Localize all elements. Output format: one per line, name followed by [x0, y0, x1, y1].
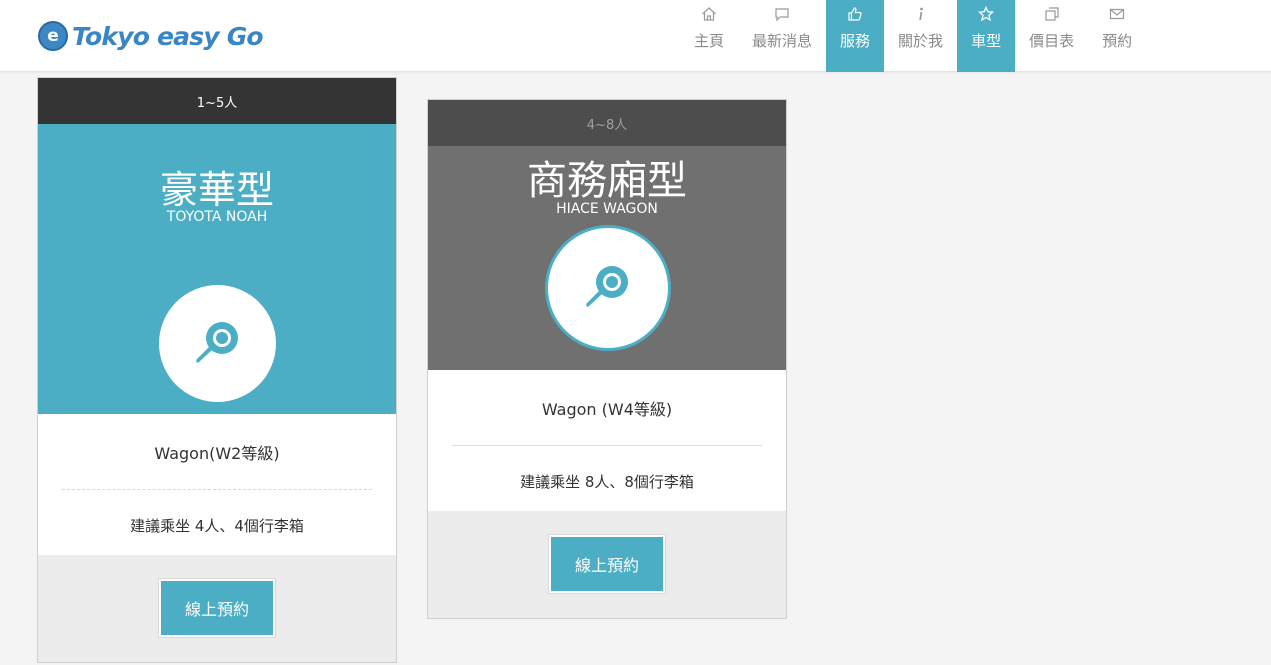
vehicle-class: Wagon(W2等級): [154, 444, 280, 463]
comment-icon: [774, 5, 790, 23]
site-header: e Tokyo easy Go 主頁 最新消息 服務 關於我 車型 價目表 預約: [0, 0, 1271, 72]
copy-icon: [1044, 5, 1060, 23]
nav-item-pricing[interactable]: 價目表: [1015, 0, 1088, 72]
nav-label: 最新消息: [752, 32, 813, 50]
card-footer: 線上預約: [38, 555, 396, 662]
book-online-button[interactable]: 線上預約: [159, 579, 275, 637]
site-logo[interactable]: e Tokyo easy Go: [38, 17, 264, 55]
nav-item-news[interactable]: 最新消息: [738, 0, 826, 72]
nav-label: 關於我: [898, 32, 944, 50]
home-icon: [701, 5, 717, 23]
nav-label: 服務: [840, 32, 871, 50]
nav-label: 預約: [1102, 32, 1133, 50]
nav-label: 主頁: [694, 32, 725, 50]
vehicle-card-business: 4~8人 商務廂型 HIACE WAGON Wagon (W4等級) 建議乘坐 …: [427, 99, 787, 619]
logo-text: Tokyo easy Go: [72, 21, 264, 51]
vehicle-type-title: 豪華型: [159, 168, 274, 212]
capacity-note: 建議乘坐 8人、8個行李箱: [520, 473, 694, 491]
card-body: Wagon (W4等級) 建議乘坐 8人、8個行李箱: [428, 370, 786, 511]
nav-label: 價目表: [1029, 32, 1075, 50]
thumbs-up-icon: [847, 5, 863, 23]
capacity-note: 建議乘坐 4人、4個行李箱: [130, 517, 304, 535]
magnifier-icon[interactable]: [159, 285, 276, 402]
magnifier-icon[interactable]: [545, 225, 671, 351]
capacity-range: 4~8人: [428, 100, 786, 146]
nav-item-about[interactable]: 關於我: [884, 0, 957, 72]
nav-item-home[interactable]: 主頁: [680, 0, 738, 72]
vehicle-model-name: TOYOTA NOAH: [166, 209, 268, 225]
book-online-button[interactable]: 線上預約: [549, 535, 665, 593]
vehicle-card-deluxe: 1~5人 豪華型 TOYOTA NOAH Wagon(W2等級) 建議乘坐 4人…: [37, 77, 397, 663]
info-icon: [913, 5, 929, 23]
card-hero: 豪華型 TOYOTA NOAH: [38, 124, 396, 414]
card-footer: 線上預約: [428, 511, 786, 618]
star-icon: [978, 5, 995, 23]
capacity-range: 1~5人: [38, 78, 396, 124]
nav-item-services[interactable]: 服務: [826, 0, 885, 72]
nav-item-booking[interactable]: 預約: [1088, 0, 1146, 72]
nav-label: 車型: [971, 32, 1002, 50]
logo-mark: e: [38, 21, 68, 51]
vehicle-class: Wagon (W4等級): [541, 400, 673, 419]
vehicle-type-title: 商務廂型: [527, 158, 687, 204]
card-hero: 商務廂型 HIACE WAGON: [428, 146, 786, 370]
nav-item-vehicles[interactable]: 車型: [957, 0, 1016, 72]
card-body: Wagon(W2等級) 建議乘坐 4人、4個行李箱: [38, 414, 396, 555]
main-nav: 主頁 最新消息 服務 關於我 車型 價目表 預約: [680, 0, 1146, 72]
vehicle-model-name: HIACE WAGON: [556, 201, 658, 217]
envelope-icon: [1109, 5, 1125, 23]
